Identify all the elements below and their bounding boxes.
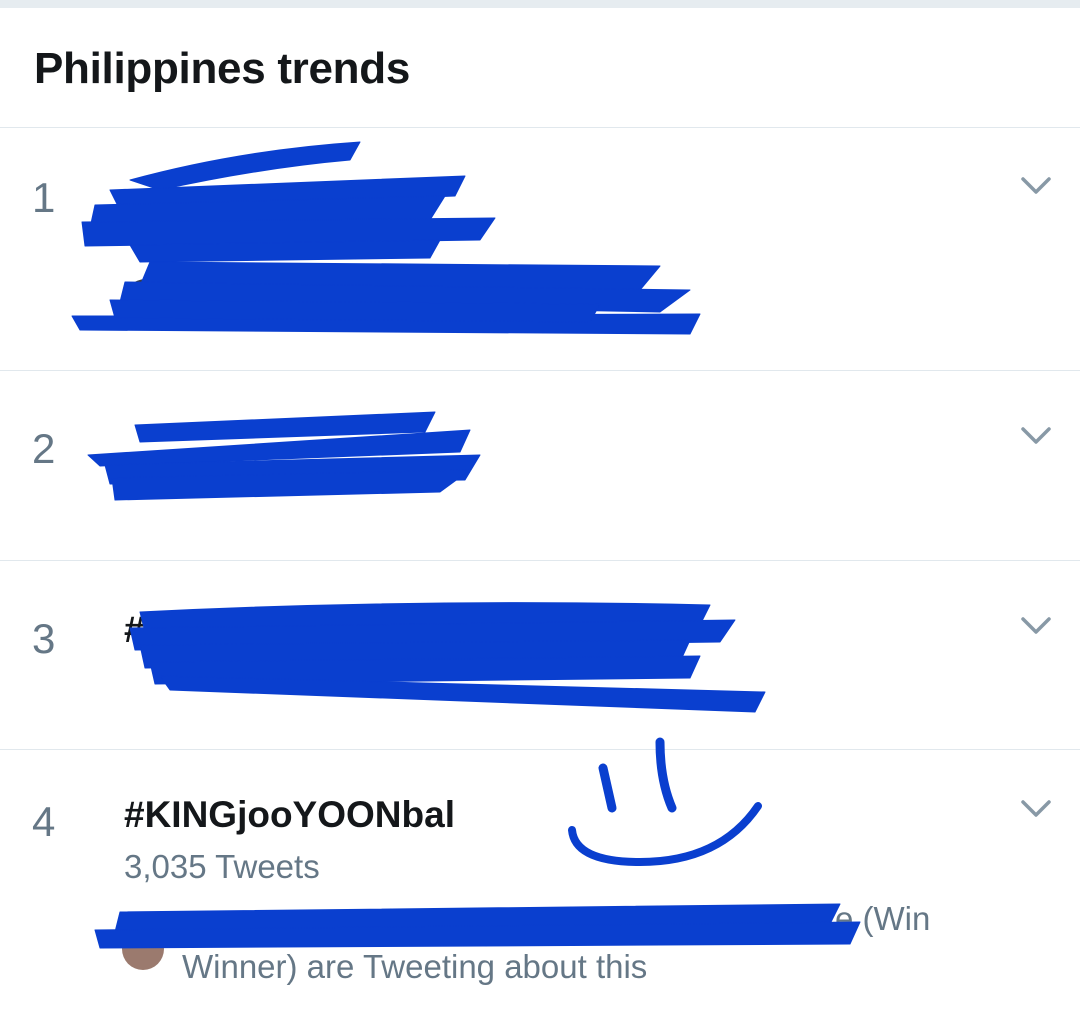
page-title: Philippines trends: [34, 44, 410, 93]
trend-item-3[interactable]: 3 #T: [0, 561, 1080, 750]
trend-item-1[interactable]: 1: [0, 129, 1080, 371]
top-divider-bar: [0, 0, 1080, 8]
trend-item-2[interactable]: 2: [0, 371, 1080, 561]
avatar: [124, 279, 168, 323]
trend-name: #T: [124, 609, 168, 650]
chevron-down-icon[interactable]: [1020, 425, 1052, 447]
trend-context-line1: e (Win: [835, 900, 931, 937]
avatar: [122, 928, 164, 970]
trend-rank: 3: [32, 615, 56, 662]
chevron-down-icon[interactable]: [1020, 798, 1052, 820]
trend-name: #KINGjooYOONbal: [124, 794, 455, 835]
trend-item-4[interactable]: 4 #KINGjooYOONbal 3,035 Tweets e (Win Wi…: [0, 750, 1080, 1010]
chevron-down-icon[interactable]: [1020, 615, 1052, 637]
trend-rank: 1: [32, 174, 56, 221]
trend-rank: 4: [32, 798, 56, 845]
trend-rank: 2: [32, 425, 56, 472]
trends-header: Philippines trends: [0, 8, 1080, 128]
chevron-down-icon[interactable]: [1020, 175, 1052, 197]
trend-tweet-count: 3,035 Tweets: [124, 848, 320, 885]
trend-context-line2: Winner) are Tweeting about this: [182, 948, 648, 985]
